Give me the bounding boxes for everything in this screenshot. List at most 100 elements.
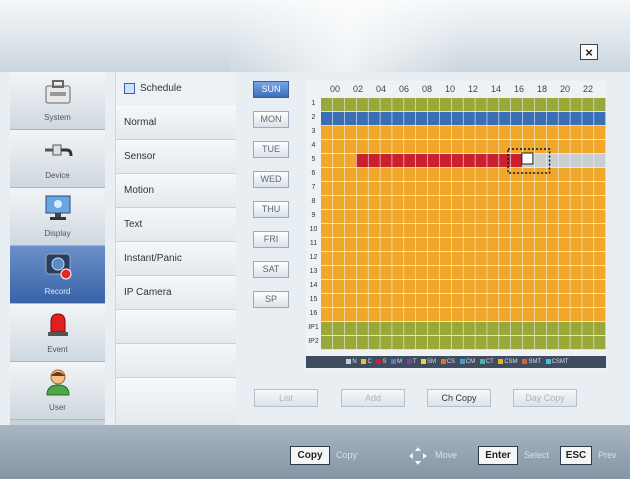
schedule-cell[interactable]: [332, 294, 345, 308]
schedule-cell[interactable]: [392, 154, 404, 168]
schedule-cell[interactable]: [463, 98, 475, 112]
schedule-cell[interactable]: [582, 308, 594, 322]
schedule-cell[interactable]: [439, 98, 452, 112]
schedule-cell[interactable]: [499, 336, 511, 350]
schedule-cell[interactable]: [534, 154, 547, 168]
schedule-cell[interactable]: [451, 224, 463, 238]
schedule-cell[interactable]: [368, 168, 380, 182]
schedule-cell[interactable]: [546, 294, 558, 308]
schedule-cell[interactable]: [404, 280, 416, 294]
schedule-cell[interactable]: [475, 294, 487, 308]
schedule-cell[interactable]: [582, 280, 594, 294]
schedule-cell[interactable]: [451, 308, 463, 322]
schedule-cell[interactable]: [511, 336, 523, 350]
schedule-cell[interactable]: [463, 140, 475, 154]
schedule-cell[interactable]: [451, 336, 463, 350]
schedule-cell[interactable]: [380, 238, 392, 252]
schedule-cell[interactable]: [427, 126, 440, 140]
schedule-cell[interactable]: [546, 210, 558, 224]
schedule-cell[interactable]: [416, 112, 428, 126]
schedule-cell[interactable]: [499, 98, 511, 112]
enter-key[interactable]: Enter: [478, 446, 518, 465]
schedule-cell[interactable]: [487, 98, 499, 112]
schedule-cell[interactable]: [511, 280, 523, 294]
schedule-cell[interactable]: [321, 140, 333, 154]
schedule-cell[interactable]: [582, 140, 594, 154]
schedule-cell[interactable]: [380, 112, 392, 126]
schedule-cell[interactable]: [392, 210, 404, 224]
schedule-cell[interactable]: [332, 182, 345, 196]
schedule-cell[interactable]: [439, 336, 452, 350]
schedule-cell[interactable]: [463, 224, 475, 238]
schedule-cell[interactable]: [451, 322, 463, 336]
schedule-cell[interactable]: [558, 140, 570, 154]
schedule-cell[interactable]: [392, 112, 404, 126]
schedule-cell[interactable]: [558, 196, 570, 210]
schedule-cell[interactable]: [439, 196, 452, 210]
schedule-cell[interactable]: [344, 266, 357, 280]
schedule-cell[interactable]: [380, 140, 392, 154]
schedule-cell[interactable]: [451, 154, 463, 168]
schedule-cell[interactable]: [511, 238, 523, 252]
schedule-cell[interactable]: [475, 224, 487, 238]
schedule-cell[interactable]: [344, 126, 357, 140]
nav-item-event[interactable]: Event: [10, 304, 105, 362]
schedule-cell[interactable]: [499, 210, 511, 224]
schedule-cell[interactable]: [570, 238, 582, 252]
schedule-cell[interactable]: [582, 266, 594, 280]
schedule-cell[interactable]: [416, 210, 428, 224]
schedule-cell[interactable]: [558, 154, 570, 168]
schedule-cell[interactable]: [368, 294, 380, 308]
submenu-schedule[interactable]: Schedule: [116, 72, 236, 106]
schedule-cell[interactable]: [451, 112, 463, 126]
schedule-cell[interactable]: [463, 210, 475, 224]
schedule-cell[interactable]: [463, 252, 475, 266]
schedule-cell[interactable]: [558, 224, 570, 238]
day-button-wed[interactable]: WED: [253, 171, 289, 188]
schedule-cell[interactable]: [570, 196, 582, 210]
schedule-cell[interactable]: [534, 140, 547, 154]
schedule-cell[interactable]: [546, 280, 558, 294]
schedule-cell[interactable]: [534, 98, 547, 112]
submenu-sensor[interactable]: Sensor: [116, 140, 236, 174]
schedule-cell[interactable]: [356, 294, 368, 308]
schedule-cell[interactable]: [594, 182, 606, 196]
schedule-cell[interactable]: [332, 308, 345, 322]
schedule-cell[interactable]: [522, 140, 535, 154]
schedule-cell[interactable]: [463, 322, 475, 336]
schedule-cell[interactable]: [416, 266, 428, 280]
schedule-cell[interactable]: [475, 308, 487, 322]
schedule-cell[interactable]: [558, 126, 570, 140]
schedule-cell[interactable]: [558, 308, 570, 322]
schedule-cell[interactable]: [344, 294, 357, 308]
submenu-motion[interactable]: Motion: [116, 174, 236, 208]
schedule-cell[interactable]: [439, 252, 452, 266]
schedule-cell[interactable]: [344, 112, 357, 126]
schedule-cell[interactable]: [463, 308, 475, 322]
schedule-cell[interactable]: [368, 140, 380, 154]
schedule-cell[interactable]: [344, 280, 357, 294]
schedule-cell[interactable]: [522, 252, 535, 266]
schedule-cell[interactable]: [570, 280, 582, 294]
day-button-fri[interactable]: FRI: [253, 231, 289, 248]
schedule-cell[interactable]: [321, 182, 333, 196]
schedule-cell[interactable]: [321, 252, 333, 266]
schedule-cell[interactable]: [356, 336, 368, 350]
schedule-cell[interactable]: [321, 154, 333, 168]
schedule-cell[interactable]: [439, 322, 452, 336]
schedule-cell[interactable]: [356, 168, 368, 182]
schedule-cell[interactable]: [344, 154, 357, 168]
schedule-cell[interactable]: [368, 196, 380, 210]
schedule-cell[interactable]: [558, 112, 570, 126]
schedule-cell[interactable]: [451, 252, 463, 266]
schedule-cell[interactable]: [570, 154, 582, 168]
schedule-cell[interactable]: [356, 140, 368, 154]
schedule-cell[interactable]: [511, 266, 523, 280]
schedule-cell[interactable]: [487, 224, 499, 238]
schedule-cell[interactable]: [499, 140, 511, 154]
schedule-cell[interactable]: [416, 252, 428, 266]
schedule-cell[interactable]: [356, 224, 368, 238]
schedule-cell[interactable]: [416, 182, 428, 196]
schedule-cells[interactable]: [321, 98, 606, 354]
schedule-cell[interactable]: [487, 280, 499, 294]
